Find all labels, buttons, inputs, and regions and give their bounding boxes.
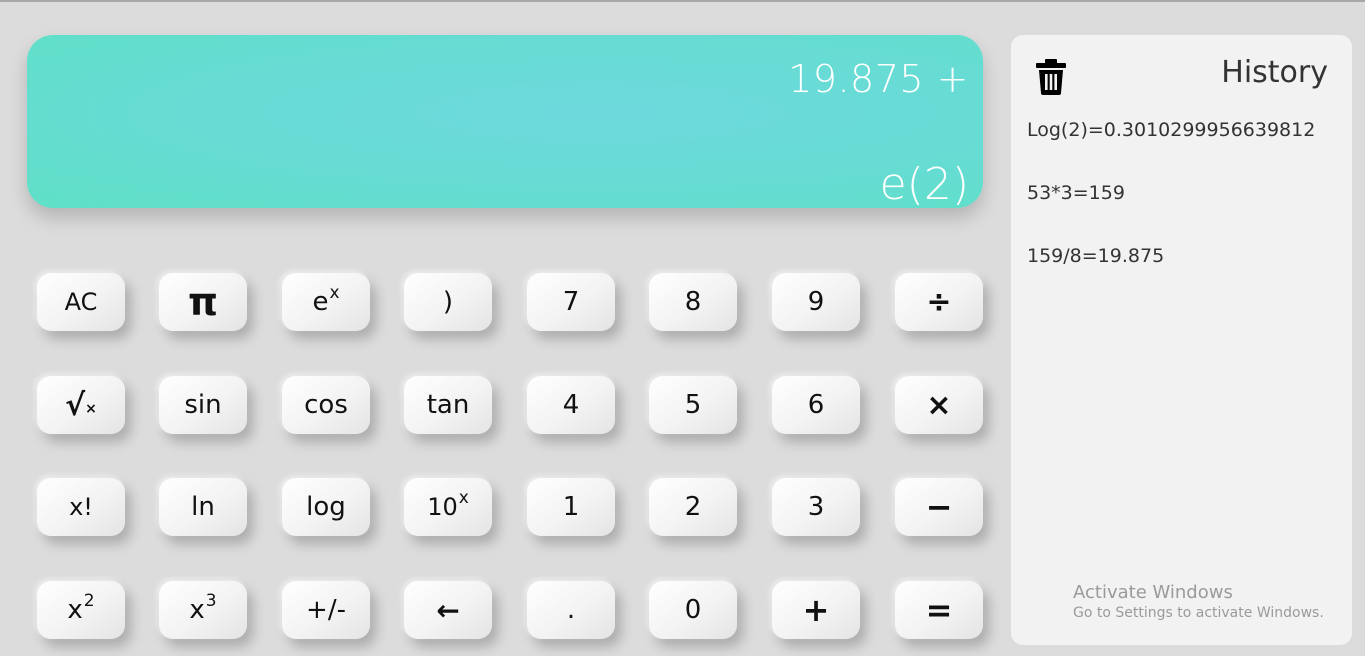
decimal-button[interactable]: . [527,581,615,639]
equals-button[interactable]: = [895,581,983,639]
digit-3-button[interactable]: 3 [772,478,860,536]
plus-button[interactable]: + [772,581,860,639]
sqrt-button[interactable]: √ × [37,376,125,434]
minus-button[interactable]: − [895,478,983,536]
digit-0-button[interactable]: 0 [649,581,737,639]
sqrt-icon: √ [65,387,86,423]
digit-2-button[interactable]: 2 [649,478,737,536]
history-entry[interactable]: 159/8=19.875 [1027,245,1164,267]
calculator-display: 19.875 + e(2) [27,35,983,210]
current-input-text: e(2) [879,159,969,210]
history-entry[interactable]: Log(2)=0.3010299956639812 [1027,119,1315,141]
digit-7-button[interactable]: 7 [527,273,615,331]
all-clear-button[interactable]: AC [37,273,125,331]
tan-button[interactable]: tan [404,376,492,434]
cos-button[interactable]: cos [282,376,370,434]
history-title: History [1221,55,1328,90]
sin-button[interactable]: sin [159,376,247,434]
history-panel: History Log(2)=0.3010299956639812 53*3=1… [1011,35,1352,645]
negate-button[interactable]: +/- [282,581,370,639]
backspace-button[interactable]: ← [404,581,492,639]
close-paren-button[interactable]: ) [404,273,492,331]
digit-1-button[interactable]: 1 [527,478,615,536]
factorial-button[interactable]: x! [37,478,125,536]
trash-icon[interactable] [1035,59,1067,95]
pi-button[interactable]: π [159,273,247,331]
exp-button[interactable]: ex [282,273,370,331]
digit-6-button[interactable]: 6 [772,376,860,434]
top-border [0,0,1365,2]
square-button[interactable]: x2 [37,581,125,639]
multiply-button[interactable]: × [895,376,983,434]
cube-button[interactable]: x3 [159,581,247,639]
digit-9-button[interactable]: 9 [772,273,860,331]
expression-text: 19.875 + [788,57,969,101]
watermark-title: Activate Windows [1073,582,1233,603]
ln-button[interactable]: ln [159,478,247,536]
digit-4-button[interactable]: 4 [527,376,615,434]
digit-8-button[interactable]: 8 [649,273,737,331]
log-button[interactable]: log [282,478,370,536]
arrow-left-icon: ← [436,593,460,627]
ten-power-button[interactable]: 10 x [404,478,492,536]
divide-button[interactable]: ÷ [895,273,983,331]
history-entry[interactable]: 53*3=159 [1027,182,1125,204]
digit-5-button[interactable]: 5 [649,376,737,434]
activate-windows-watermark: Activate Windows Go to Settings to activ… [1073,582,1324,621]
watermark-subtitle: Go to Settings to activate Windows. [1073,605,1324,621]
